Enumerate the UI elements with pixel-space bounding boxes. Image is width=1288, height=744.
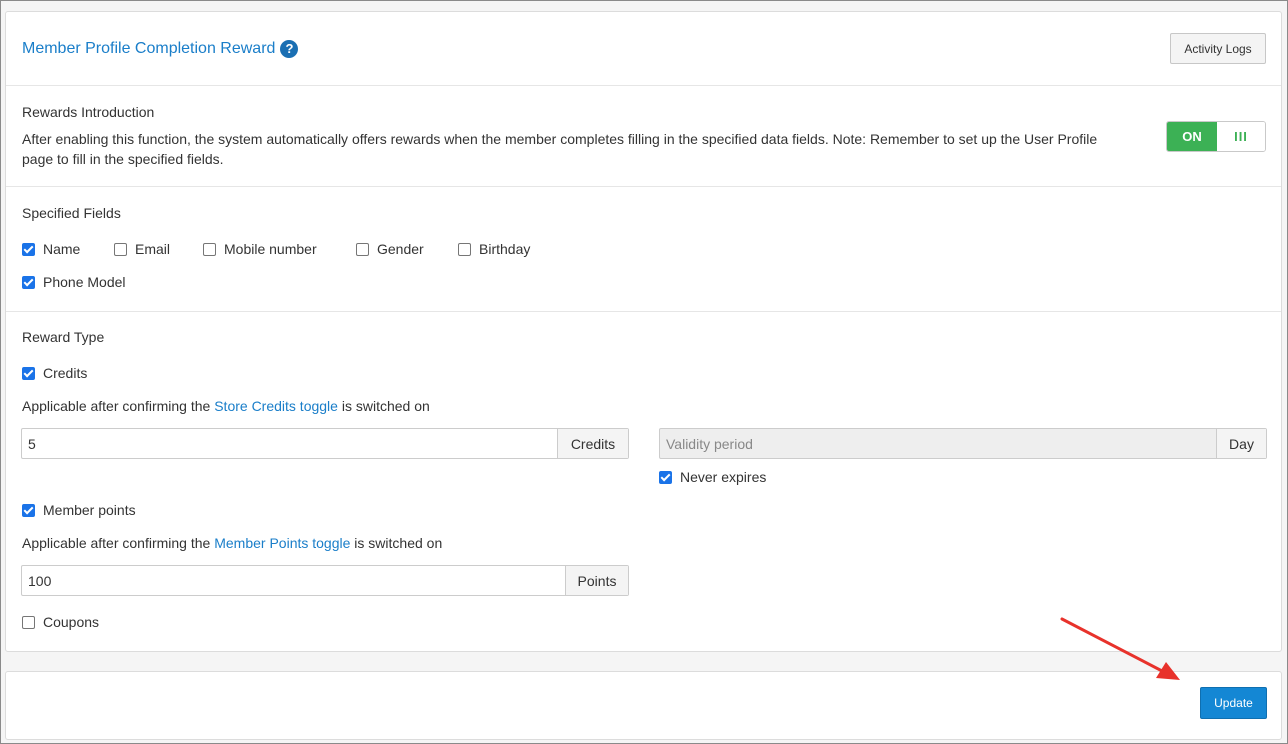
field-name-option[interactable]: Name xyxy=(22,241,80,257)
field-birthday-checkbox[interactable] xyxy=(458,242,471,256)
validity-period-input[interactable] xyxy=(660,429,1216,458)
reward-credits-label: Credits xyxy=(43,365,88,381)
toggle-on-label: ON xyxy=(1167,122,1217,151)
field-mobile-option[interactable]: Mobile number xyxy=(203,241,317,257)
reward-credits-checkbox[interactable] xyxy=(22,366,35,380)
panel-header: Member Profile Completion Reward ? Activ… xyxy=(6,12,1281,86)
reward-credits-option[interactable]: Credits xyxy=(22,365,87,381)
field-gender-checkbox[interactable] xyxy=(356,242,369,256)
never-expires-checkbox[interactable] xyxy=(659,470,672,484)
credits-amount-input[interactable] xyxy=(22,429,557,458)
field-email-label: Email xyxy=(135,241,171,257)
validity-input-group: Day xyxy=(659,428,1267,459)
field-phone-model-checkbox[interactable] xyxy=(22,275,35,289)
member-points-toggle-link[interactable]: Member Points toggle xyxy=(214,535,350,551)
field-mobile-checkbox[interactable] xyxy=(203,242,216,256)
field-phone-model-label: Phone Model xyxy=(43,274,126,290)
rewards-introduction-text: After enabling this function, the system… xyxy=(22,131,1098,167)
reward-type-heading: Reward Type xyxy=(22,329,105,345)
points-input-group: Points xyxy=(21,565,629,596)
points-unit-addon: Points xyxy=(565,566,628,595)
rewards-introduction-heading: Rewards Introduction xyxy=(22,104,155,120)
field-phone-model-option[interactable]: Phone Model xyxy=(22,274,126,290)
settings-panel: Member Profile Completion Reward ? Activ… xyxy=(5,11,1282,652)
field-birthday-option[interactable]: Birthday xyxy=(458,241,530,257)
validity-unit-addon: Day xyxy=(1216,429,1266,458)
store-credits-toggle-link[interactable]: Store Credits toggle xyxy=(214,398,338,414)
never-expires-option[interactable]: Never expires xyxy=(659,469,766,485)
reward-points-label: Member points xyxy=(43,502,136,518)
page-title: Member Profile Completion Reward ? xyxy=(22,40,299,58)
reward-coupons-checkbox[interactable] xyxy=(22,615,35,629)
points-note-suffix: is switched on xyxy=(350,535,443,551)
credits-note-prefix: Applicable after confirming the xyxy=(22,398,215,414)
update-button[interactable]: Update xyxy=(1200,687,1267,719)
points-note: Applicable after confirming the Member P… xyxy=(22,535,442,551)
activity-logs-button[interactable]: Activity Logs xyxy=(1170,33,1266,64)
never-expires-label: Never expires xyxy=(680,469,767,485)
points-amount-input[interactable] xyxy=(22,566,565,595)
field-email-option[interactable]: Email xyxy=(114,241,170,257)
credits-note: Applicable after confirming the Store Cr… xyxy=(22,398,430,414)
field-gender-label: Gender xyxy=(377,241,424,257)
arrow-shaft xyxy=(1060,617,1166,674)
credits-unit-addon: Credits xyxy=(557,429,628,458)
field-name-label: Name xyxy=(43,241,81,257)
field-email-checkbox[interactable] xyxy=(114,242,127,256)
field-mobile-label: Mobile number xyxy=(224,241,317,257)
red-arrow-annotation xyxy=(1060,617,1180,680)
credits-note-suffix: is switched on xyxy=(337,398,430,414)
specified-fields-section: Specified Fields Name Email Mobile numbe… xyxy=(6,187,1281,312)
reward-points-option[interactable]: Member points xyxy=(22,502,136,518)
rewards-introduction-section: Rewards Introduction After enabling this… xyxy=(6,86,1281,187)
rewards-enable-toggle[interactable]: ON III xyxy=(1166,121,1266,152)
toggle-handle-icon[interactable]: III xyxy=(1217,122,1265,151)
field-birthday-label: Birthday xyxy=(479,241,531,257)
window-frame: Member Profile Completion Reward ? Activ… xyxy=(0,0,1288,744)
page-title-text: Member Profile Completion Reward xyxy=(22,40,276,57)
points-note-prefix: Applicable after confirming the xyxy=(22,535,215,551)
reward-points-checkbox[interactable] xyxy=(22,503,35,517)
reward-type-section: Reward Type Credits Applicable after con… xyxy=(6,312,1281,652)
reward-coupons-option[interactable]: Coupons xyxy=(22,614,99,630)
credits-input-group: Credits xyxy=(21,428,629,459)
help-icon[interactable]: ? xyxy=(280,40,299,58)
field-name-checkbox[interactable] xyxy=(22,242,35,256)
field-gender-option[interactable]: Gender xyxy=(356,241,424,257)
specified-fields-heading: Specified Fields xyxy=(22,205,121,221)
reward-coupons-label: Coupons xyxy=(43,614,100,630)
